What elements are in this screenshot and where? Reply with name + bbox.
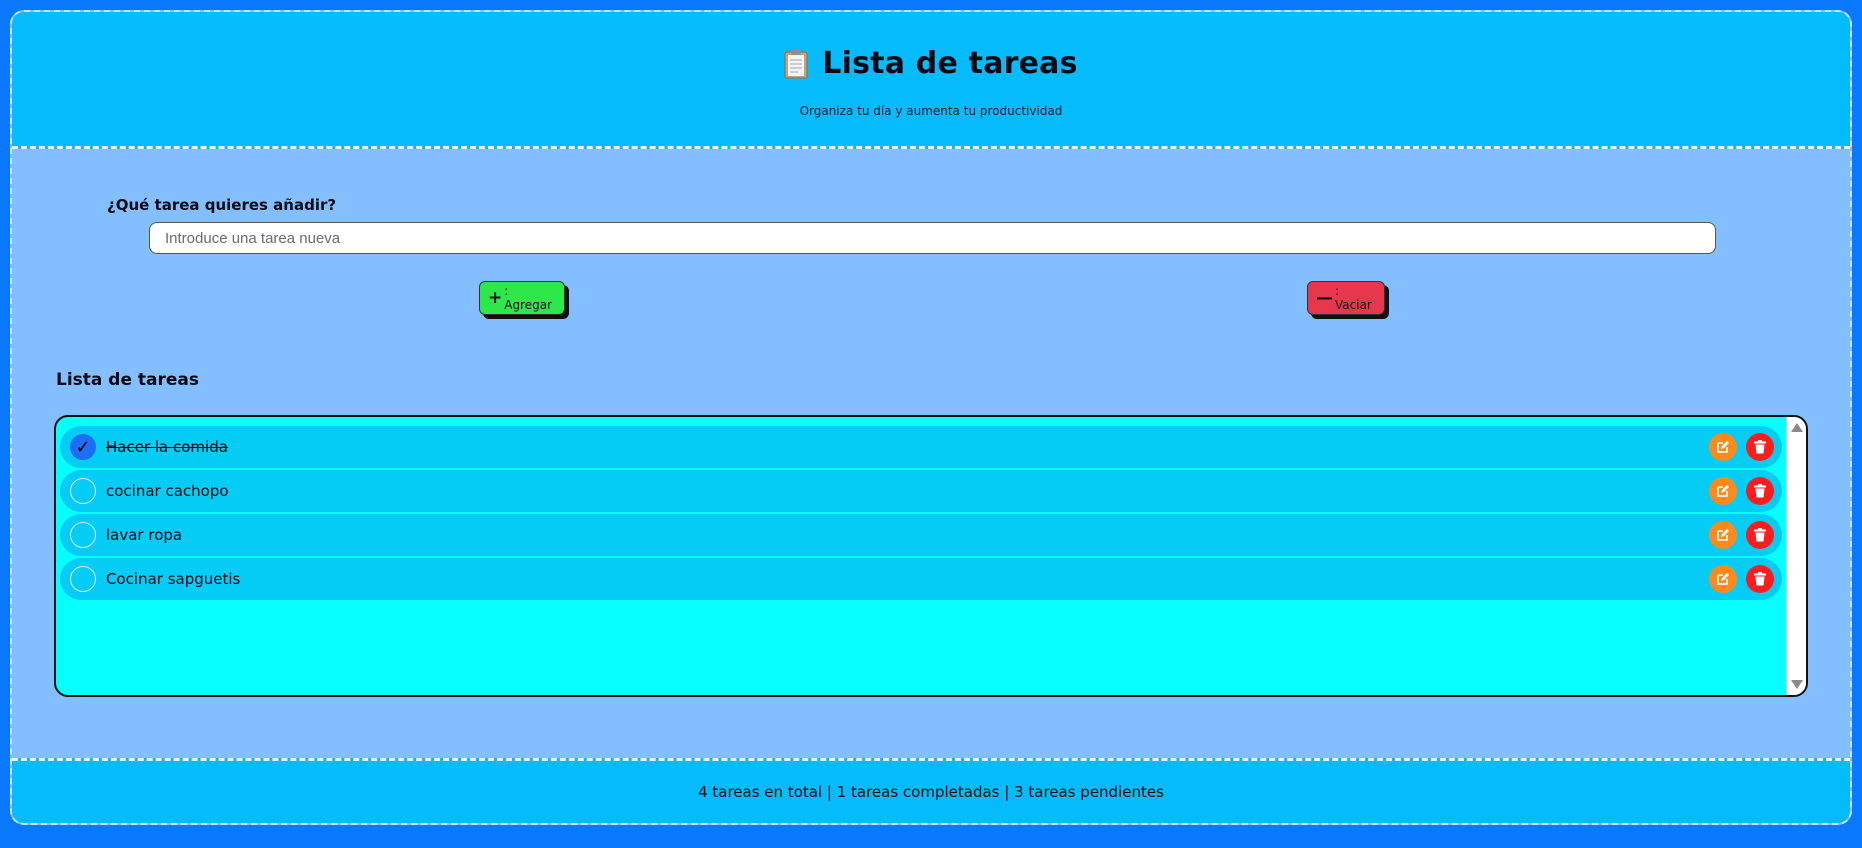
delete-button[interactable] — [1746, 433, 1774, 461]
scroll-down-arrow-icon[interactable] — [1791, 680, 1803, 689]
edit-icon — [1716, 484, 1730, 498]
task-list[interactable]: ✓ Hacer la comida cocinar cachopo lavar rop… — [54, 415, 1808, 697]
task-input-label: ¿Qué tarea quieres añadir? — [107, 196, 337, 214]
task-text: cocinar cachopo — [106, 482, 229, 500]
edit-icon — [1716, 528, 1730, 542]
scrollbar[interactable] — [1786, 417, 1806, 695]
task-text: lavar ropa — [106, 526, 183, 544]
edit-button[interactable] — [1709, 521, 1737, 549]
edit-button[interactable] — [1709, 433, 1737, 461]
trash-icon — [1754, 484, 1766, 498]
task-summary: 4 tareas en total | 1 tareas completadas… — [698, 783, 1164, 801]
task-item: ✓ Hacer la comida — [60, 426, 1782, 468]
list-heading: Lista de tareas — [56, 370, 200, 390]
edit-icon — [1716, 572, 1730, 586]
clear-button[interactable]: — : Vaciar — [1307, 281, 1385, 315]
delete-button[interactable] — [1746, 521, 1774, 549]
add-button[interactable]: + : Agregar — [479, 281, 565, 315]
checkmark-icon: ✓ — [75, 436, 91, 457]
clear-button-label: : Vaciar — [1335, 284, 1372, 312]
header: Lista de tareas Organiza tu día y aument… — [12, 12, 1850, 149]
task-input[interactable] — [149, 222, 1716, 254]
task-checkbox[interactable] — [70, 522, 96, 548]
clipboard-icon — [784, 49, 808, 79]
delete-button[interactable] — [1746, 477, 1774, 505]
page-title: Lista de tareas — [822, 46, 1078, 81]
delete-button[interactable] — [1746, 565, 1774, 593]
task-text: Hacer la comida — [106, 438, 228, 456]
task-text: Cocinar sapguetis — [106, 570, 241, 588]
task-checkbox[interactable] — [70, 478, 96, 504]
add-button-label: : Agregar — [504, 284, 553, 312]
trash-icon — [1754, 528, 1766, 542]
scroll-up-arrow-icon[interactable] — [1791, 423, 1803, 432]
edit-button[interactable] — [1709, 477, 1737, 505]
trash-icon — [1754, 572, 1766, 586]
edit-icon — [1716, 440, 1730, 454]
task-checkbox[interactable]: ✓ — [70, 434, 96, 460]
task-checkbox[interactable] — [70, 566, 96, 592]
app-frame: Lista de tareas Organiza tu día y aument… — [10, 10, 1852, 825]
edit-button[interactable] — [1709, 565, 1737, 593]
page-subtitle: Organiza tu día y aumenta tu productivid… — [799, 104, 1063, 118]
task-item: Cocinar sapguetis — [60, 558, 1782, 600]
footer-summary: 4 tareas en total | 1 tareas completadas… — [12, 758, 1850, 823]
plus-icon: + — [488, 287, 503, 308]
title-row: Lista de tareas — [12, 46, 1850, 81]
task-item: lavar ropa — [60, 514, 1782, 556]
trash-icon — [1754, 440, 1766, 454]
minus-icon: — — [1316, 287, 1333, 308]
task-item: cocinar cachopo — [60, 470, 1782, 512]
